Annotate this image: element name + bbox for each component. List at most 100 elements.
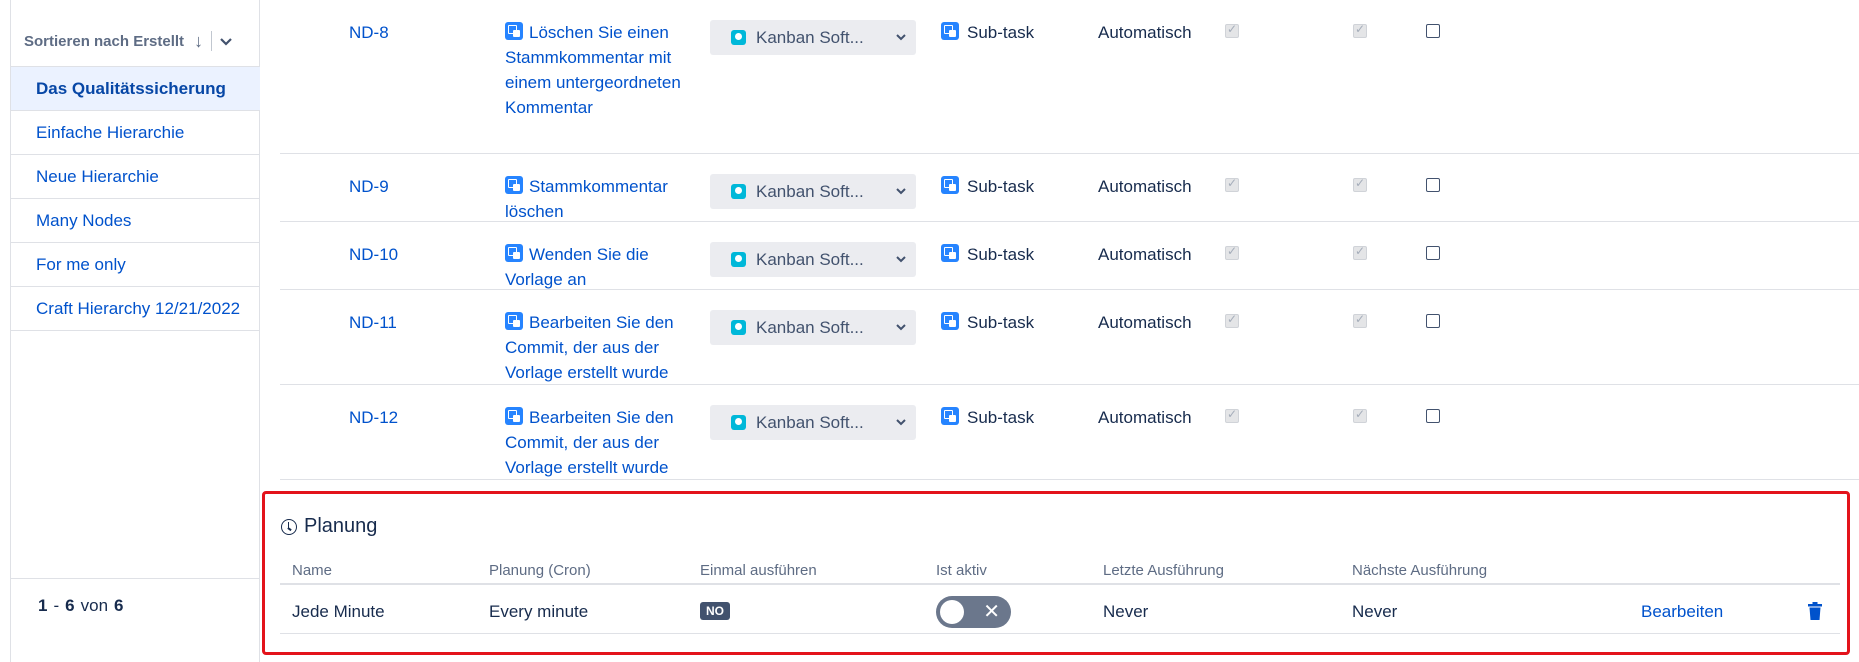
mode-label: Automatisch: [1098, 245, 1192, 264]
table-row: ND-12 Bearbeiten Sie den Commit, der aus…: [280, 385, 1859, 480]
subtask-icon: [941, 22, 959, 40]
header-next-run: Nächste Ausführung: [1352, 562, 1488, 579]
schedule-name: Jede Minute: [292, 602, 385, 621]
planning-table-header: Name Planung (Cron) Einmal ausführen Ist…: [280, 562, 1840, 585]
hierarchy-item-einfache[interactable]: Einfache Hierarchie: [11, 111, 260, 155]
hierarchy-item-for-me-only[interactable]: For me only: [11, 243, 260, 287]
chevron-down-icon[interactable]: [220, 33, 232, 49]
checkbox[interactable]: [1426, 409, 1440, 423]
table-row: ND-10 Wenden Sie die Vorlage an Kanban S…: [280, 222, 1859, 290]
issue-type-label: Sub-task: [967, 313, 1035, 332]
subtask-icon: [505, 22, 523, 40]
issue-key-link[interactable]: ND-11: [349, 310, 397, 335]
project-select-value: Kanban Soft...: [756, 250, 864, 269]
checkbox[interactable]: [1426, 178, 1440, 192]
issue-type-label: Sub-task: [967, 177, 1035, 196]
checkbox-disabled: [1225, 407, 1239, 423]
sort-direction-icon[interactable]: ↓: [194, 31, 203, 52]
next-run-value: Never: [1352, 602, 1398, 621]
issue-summary-link[interactable]: Löschen Sie einen Stammkommentar mit ein…: [505, 20, 695, 120]
project-select-value: Kanban Soft...: [756, 413, 864, 432]
active-toggle[interactable]: ✕: [936, 596, 1011, 628]
trash-icon[interactable]: [1808, 602, 1822, 620]
subtask-icon: [941, 407, 959, 425]
project-select[interactable]: Kanban Soft...: [710, 310, 916, 345]
hierarchy-sidebar: Sortieren nach Erstellt ↓ Das Qualitätss…: [10, 0, 260, 662]
checkbox-disabled: [1225, 244, 1239, 260]
issue-summary-link[interactable]: Bearbeiten Sie den Commit, der aus der V…: [505, 310, 695, 385]
pager-total: 6: [114, 595, 124, 615]
project-select[interactable]: Kanban Soft...: [710, 174, 916, 209]
issue-key-link[interactable]: ND-8: [349, 20, 389, 45]
subtask-icon: [505, 244, 523, 262]
issue-key-link[interactable]: ND-9: [349, 174, 389, 199]
subtask-icon: [505, 176, 523, 194]
project-avatar-icon: [731, 415, 746, 430]
sort-separator: [211, 31, 213, 51]
planning-title: Planung: [281, 515, 377, 538]
checkbox[interactable]: [1426, 246, 1440, 260]
issue-summary-text: Bearbeiten Sie den Commit, der aus der V…: [505, 408, 674, 477]
edit-schedule-link[interactable]: Bearbeiten: [1641, 602, 1723, 622]
issue-type: Sub-task: [941, 20, 1034, 45]
issue-summary-link[interactable]: Wenden Sie die Vorlage an: [505, 242, 695, 292]
chevron-down-icon: [896, 247, 906, 272]
project-select[interactable]: Kanban Soft...: [710, 242, 916, 277]
hierarchy-item-label: Neue Hierarchie: [36, 166, 159, 186]
mode-label: Automatisch: [1098, 408, 1192, 427]
project-avatar-icon: [731, 30, 746, 45]
pager-from: 1: [38, 595, 48, 615]
sort-label: Sortieren nach Erstellt: [24, 32, 185, 50]
issue-type: Sub-task: [941, 174, 1034, 199]
sort-control[interactable]: Sortieren nach Erstellt ↓: [24, 26, 232, 56]
project-select[interactable]: Kanban Soft...: [710, 20, 916, 55]
planning-table-row: Jede Minute Every minute NO ✕ Never Neve…: [280, 588, 1840, 634]
header-once: Einmal ausführen: [700, 562, 817, 579]
issue-summary-text: Bearbeiten Sie den Commit, der aus der V…: [505, 313, 674, 382]
hierarchy-item-label: Many Nodes: [36, 210, 132, 230]
issue-summary-text: Wenden Sie die Vorlage an: [505, 245, 649, 289]
run-once-badge: NO: [700, 602, 730, 620]
hierarchy-item-label: Das Qualitätssicherung: [36, 78, 226, 98]
chevron-down-icon: [896, 179, 906, 204]
checkbox[interactable]: [1426, 24, 1440, 38]
hierarchy-item-many-nodes[interactable]: Many Nodes: [11, 199, 260, 243]
clock-icon: [281, 518, 297, 535]
checkbox-disabled: [1225, 176, 1239, 192]
issue-type: Sub-task: [941, 405, 1034, 430]
chevron-down-icon: [896, 410, 906, 435]
project-avatar-icon: [731, 252, 746, 267]
hierarchy-item-craft[interactable]: Craft Hierarchy 12/21/2022: [11, 287, 260, 331]
hierarchy-list: Das Qualitätssicherung Einfache Hierarch…: [11, 66, 260, 331]
issue-summary-text: Löschen Sie einen Stammkommentar mit ein…: [505, 23, 681, 117]
table-row: ND-11 Bearbeiten Sie den Commit, der aus…: [280, 290, 1859, 385]
checkbox-disabled: [1225, 22, 1239, 38]
issue-summary-link[interactable]: Bearbeiten Sie den Commit, der aus der V…: [505, 405, 695, 480]
chevron-down-icon: [896, 315, 906, 340]
subtask-icon: [505, 407, 523, 425]
header-name: Name: [292, 562, 333, 579]
project-select-value: Kanban Soft...: [756, 28, 864, 47]
header-cron: Planung (Cron): [489, 562, 591, 579]
pagination-summary: 1 - 6 von 6: [11, 578, 260, 632]
schedule-cron: Every minute: [489, 602, 589, 621]
checkbox-disabled: [1353, 244, 1367, 260]
table-row: ND-8 Löschen Sie einen Stammkommentar mi…: [280, 0, 1859, 154]
issue-summary-text: Stammkommentar löschen: [505, 177, 668, 221]
issue-key-link[interactable]: ND-12: [349, 405, 398, 430]
checkbox[interactable]: [1426, 314, 1440, 328]
project-select-value: Kanban Soft...: [756, 318, 864, 337]
project-avatar-icon: [731, 320, 746, 335]
mode-label: Automatisch: [1098, 177, 1192, 196]
toggle-knob: [940, 600, 964, 624]
checkbox-disabled: [1353, 22, 1367, 38]
header-last-run: Letzte Ausführung: [1103, 562, 1224, 579]
issue-key-link[interactable]: ND-10: [349, 242, 398, 267]
hierarchy-item-qualitaetssicherung[interactable]: Das Qualitätssicherung: [11, 67, 260, 111]
issue-summary-link[interactable]: Stammkommentar löschen: [505, 174, 695, 224]
hierarchy-item-neue[interactable]: Neue Hierarchie: [11, 155, 260, 199]
project-select[interactable]: Kanban Soft...: [710, 405, 916, 440]
hierarchy-item-label: Craft Hierarchy 12/21/2022: [36, 298, 241, 318]
project-avatar-icon: [731, 184, 746, 199]
checkbox-disabled: [1353, 176, 1367, 192]
